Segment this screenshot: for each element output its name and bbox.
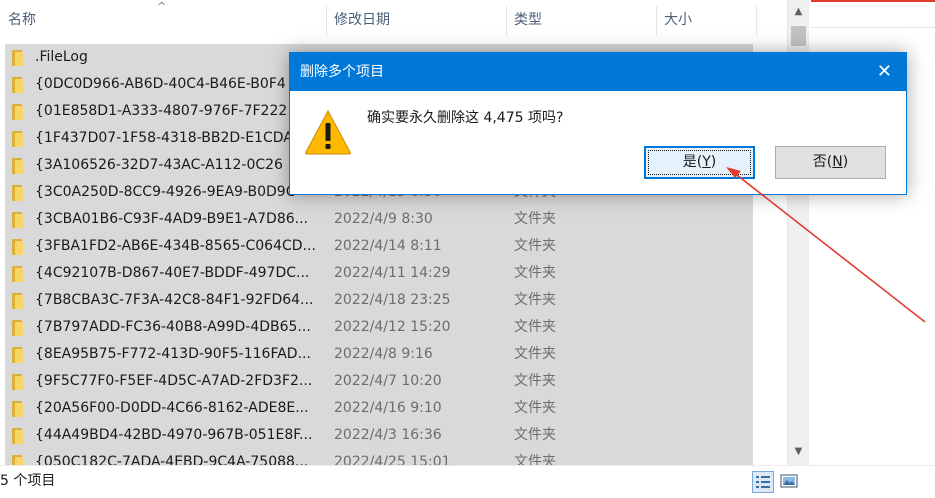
file-row[interactable]: {3CBA01B6-C93F-4AD9-B9E1-A7D86... 2022/4/… [5, 206, 753, 233]
file-row[interactable]: {4C92107B-D867-40E7-BDDF-497DC... 2022/4/… [5, 260, 753, 287]
file-type: 文件夹 [514, 265, 556, 281]
file-name: {7B797ADD-FC36-40B8-A99D-4DB65... [35, 319, 311, 335]
folder-icon [12, 455, 26, 465]
dialog-title: 删除多个项目 [300, 64, 384, 80]
file-name: {20A56F00-D0DD-4C66-8162-ADE8E... [35, 400, 309, 416]
file-row[interactable]: {8EA95B75-F772-413D-90F5-116FAD... 2022/4… [5, 341, 753, 368]
file-date: 2022/4/25 15:01 [334, 454, 451, 465]
close-icon[interactable]: ✕ [877, 53, 892, 91]
file-type: 文件夹 [514, 211, 556, 227]
no-label-close: ) [842, 154, 849, 170]
folder-icon [12, 104, 26, 120]
file-name: {1F437D07-1F58-4318-BB2D-E1CDA [35, 130, 293, 146]
file-row[interactable]: {9F5C77F0-F5EF-4D5C-A7AD-2FD3F2... 2022/4… [5, 368, 753, 395]
file-date: 2022/4/18 23:25 [334, 292, 451, 308]
folder-icon [12, 131, 26, 147]
folder-icon [12, 212, 26, 228]
item-count: 5 个项目 [0, 473, 56, 489]
file-name: {44A49BD4-42BD-4970-967B-051E8F... [35, 427, 313, 443]
file-type: 文件夹 [514, 373, 556, 389]
folder-icon [12, 158, 26, 174]
file-name: {9F5C77F0-F5EF-4D5C-A7AD-2FD3F2... [35, 373, 313, 389]
file-type: 文件夹 [514, 292, 556, 308]
folder-icon [12, 50, 26, 66]
file-name: {3FBA1FD2-AB6E-434B-8565-C064CD... [35, 238, 316, 254]
file-row[interactable]: {7B797ADD-FC36-40B8-A99D-4DB65... 2022/4/… [5, 314, 753, 341]
file-date: 2022/4/16 9:10 [334, 400, 442, 416]
file-name: {0DC0D966-AB6D-40C4-B46E-B0F4 [35, 76, 286, 92]
file-name: {4C92107B-D867-40E7-BDDF-497DC... [35, 265, 310, 281]
file-name: {8EA95B75-F772-413D-90F5-116FAD... [35, 346, 311, 362]
large-icons-view-icon[interactable] [779, 471, 801, 493]
file-date: 2022/4/12 15:20 [334, 319, 451, 335]
file-row[interactable]: {44A49BD4-42BD-4970-967B-051E8F... 2022/4… [5, 422, 753, 449]
scroll-down-arrow-icon[interactable]: ▼ [788, 442, 809, 462]
folder-icon [12, 266, 26, 282]
file-date: 2022/4/14 8:11 [334, 238, 442, 254]
dialog-titlebar[interactable]: 删除多个项目 ✕ [290, 53, 906, 91]
warning-icon [305, 109, 351, 155]
folder-icon [12, 239, 26, 255]
column-type[interactable]: 类型 [506, 0, 656, 40]
status-bar: 5 个项目 [0, 465, 935, 498]
file-type: 文件夹 [514, 319, 556, 335]
file-date: 2022/4/3 16:36 [334, 427, 442, 443]
folder-icon [12, 347, 26, 363]
no-button[interactable]: 否(N) [775, 146, 886, 179]
file-name: {7B8CBA3C-7F3A-42C8-84F1-92FD64... [35, 292, 314, 308]
file-date: 2022/4/9 8:30 [334, 211, 433, 227]
column-size[interactable]: 大小 [656, 0, 756, 40]
dialog-message: 确实要永久删除这 4,475 项吗? [367, 110, 564, 126]
file-row[interactable]: {7B8CBA3C-7F3A-42C8-84F1-92FD64... 2022/4… [5, 287, 753, 314]
column-name[interactable]: 名称 [0, 0, 326, 40]
folder-icon [12, 374, 26, 390]
file-name: {3A106526-32D7-43AC-A112-0C26 [35, 157, 283, 173]
file-date: 2022/4/7 10:20 [334, 373, 442, 389]
folder-icon [12, 320, 26, 336]
folder-icon [12, 428, 26, 444]
file-row[interactable]: {20A56F00-D0DD-4C66-8162-ADE8E... 2022/4/… [5, 395, 753, 422]
delete-confirm-dialog: 删除多个项目 ✕ 确实要永久删除这 4,475 项吗? 是(Y) 否(N) [289, 52, 907, 195]
file-row[interactable]: {050C182C-7ADA-4EBD-9C4A-75088... 2022/4/… [5, 449, 753, 465]
scrollbar-thumb[interactable] [791, 26, 806, 46]
no-accesskey: N [832, 154, 843, 170]
file-type: 文件夹 [514, 427, 556, 443]
divider [811, 27, 935, 28]
file-row[interactable]: {3FBA1FD2-AB6E-434B-8565-C064CD... 2022/4… [5, 233, 753, 260]
column-date-modified[interactable]: 修改日期 [326, 0, 506, 40]
file-type: 文件夹 [514, 238, 556, 254]
file-type: 文件夹 [514, 400, 556, 416]
folder-icon [12, 77, 26, 93]
file-name: {01E858D1-A333-4807-976F-7F222 [35, 103, 288, 119]
column-divider[interactable] [756, 6, 757, 36]
file-name: {3CBA01B6-C93F-4AD9-B9E1-A7D86... [35, 211, 309, 227]
no-label: 否( [812, 154, 833, 170]
folder-icon [12, 185, 26, 201]
file-name: .FileLog [35, 49, 88, 65]
file-type: 文件夹 [514, 346, 556, 362]
column-header: ^ 名称 修改日期 类型 大小 [0, 0, 787, 40]
file-date: 2022/4/8 9:16 [334, 346, 433, 362]
file-date: 2022/4/11 14:29 [334, 265, 451, 281]
yes-button[interactable]: 是(Y) [644, 146, 755, 179]
details-view-icon[interactable] [752, 471, 774, 493]
focus-rect [648, 150, 751, 175]
file-type: 文件夹 [514, 454, 556, 465]
folder-icon [12, 293, 26, 309]
folder-icon [12, 401, 26, 417]
scroll-up-arrow-icon[interactable]: ▲ [788, 2, 809, 22]
file-name: {3C0A250D-8CC9-4926-9EA9-B0D9C [35, 184, 296, 200]
file-name: {050C182C-7ADA-4EBD-9C4A-75088... [35, 454, 309, 465]
